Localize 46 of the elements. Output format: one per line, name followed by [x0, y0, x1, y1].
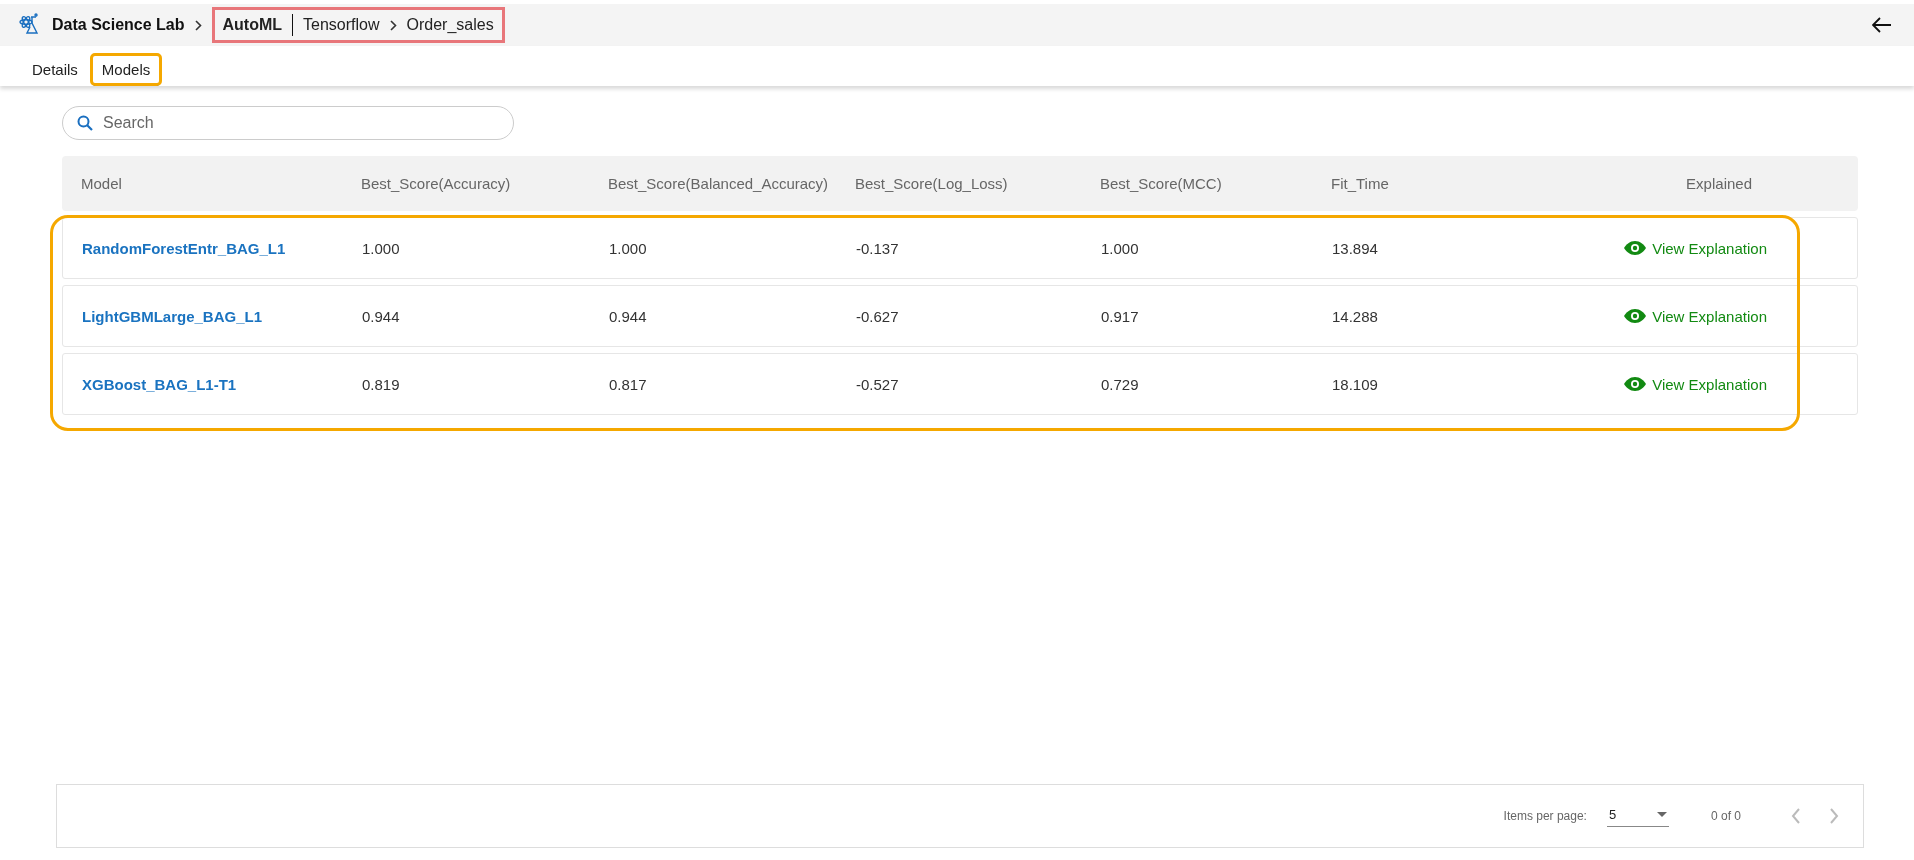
table-cell-text: -0.627: [856, 307, 900, 325]
breadcrumb-item[interactable]: AutoML: [222, 16, 283, 34]
table-cell-text: 0.819: [362, 375, 401, 393]
column-header: Explained: [1686, 175, 1753, 192]
search-icon: [77, 115, 93, 131]
chevron-right-icon: [1829, 808, 1839, 824]
eye-icon: [1624, 241, 1647, 255]
breadcrumb-item[interactable]: Order_sales: [406, 16, 494, 34]
tab[interactable]: Models: [91, 55, 161, 84]
eye-icon: [1624, 309, 1647, 323]
column-header: Best_Score(Accuracy): [361, 175, 512, 192]
table-cell-text: -0.527: [856, 375, 900, 393]
chevron-icon: [389, 19, 397, 31]
model-link[interactable]: RandomForestEntr_BAG_L1: [82, 239, 362, 257]
model-link[interactable]: XGBoost_BAG_L1-T1: [82, 375, 362, 393]
table-cell-text: 13.894: [1332, 239, 1379, 257]
breadcrumb-item[interactable]: Tensorflow: [303, 16, 380, 34]
caret-icon: [1656, 812, 1667, 817]
chevron-icon: [194, 19, 202, 31]
table-cell-text: 0.817: [609, 375, 648, 393]
view-explanation-link[interactable]: View Explanation: [1624, 239, 1767, 257]
table-cell-text: -0.137: [856, 239, 900, 257]
table-cell-text: 18.109: [1332, 375, 1379, 393]
items-per-page-label: Items per page:: [1503, 809, 1587, 823]
column-header: Best_Score(Log_Loss): [855, 175, 1009, 192]
view-explanation-link[interactable]: View Explanation: [1624, 375, 1767, 393]
table-cell-text: 1.000: [1101, 239, 1140, 257]
column-header: Fit_Time: [1331, 175, 1390, 192]
chevron-left-icon: [1791, 808, 1801, 824]
eye-icon: [1624, 377, 1647, 391]
model-link[interactable]: LightGBMLarge_BAG_L1: [82, 307, 362, 325]
tab[interactable]: Details: [22, 55, 88, 84]
table-cell-text: 14.288: [1332, 307, 1379, 325]
page-range: 0 of 0: [1710, 809, 1741, 823]
table-cell-text: 0.944: [362, 307, 401, 325]
table-cell-text: 0.944: [609, 307, 648, 325]
column-header: Model: [81, 175, 123, 192]
column-header: Best_Score(MCC): [1100, 175, 1223, 192]
column-header: Best_Score(Balanced_Accuracy): [608, 175, 830, 192]
page-size-select[interactable]: 5: [1606, 805, 1669, 827]
app-title: Data Science Lab: [52, 16, 185, 34]
view-explanation-link[interactable]: View Explanation: [1624, 307, 1767, 325]
table-cell-text: 1.000: [362, 239, 401, 257]
table-cell-text: 0.729: [1101, 375, 1140, 393]
table-cell-text: 1.000: [609, 239, 648, 257]
table-cell-text: 0.917: [1101, 307, 1140, 325]
